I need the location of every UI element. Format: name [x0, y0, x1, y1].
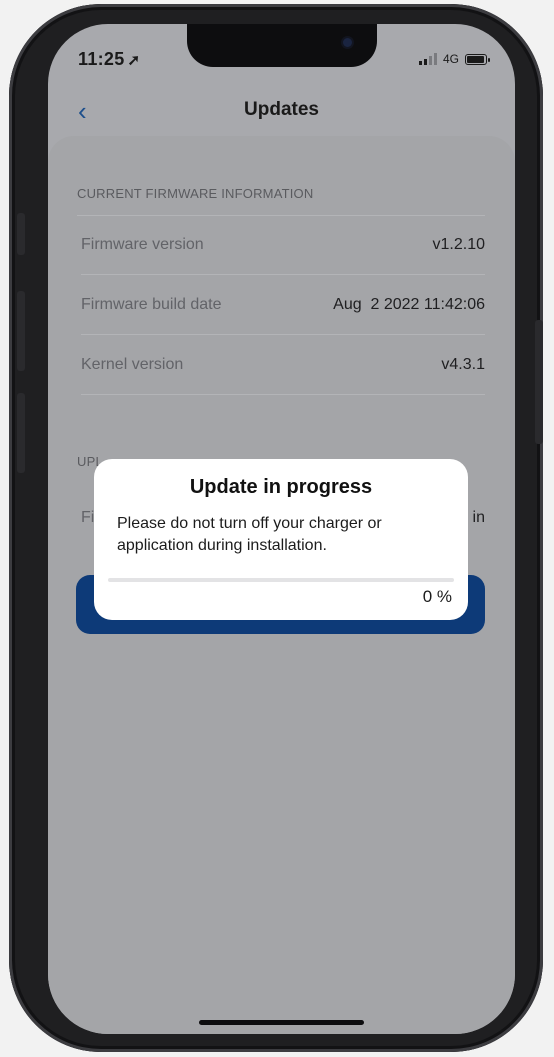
status-time: 11:25 ➚ — [78, 49, 141, 69]
row-kernel-version: Kernel version v4.3.1 — [81, 336, 485, 395]
progress-label: 0 % — [422, 587, 452, 606]
row-label: Firmware version — [81, 236, 204, 253]
volume-down-button — [17, 393, 25, 473]
home-indicator[interactable] — [199, 1020, 364, 1025]
section-header-current-firmware: CURRENT FIRMWARE INFORMATION — [77, 186, 314, 201]
row-label: Kernel version — [81, 356, 184, 373]
location-arrow-icon: ➚ — [127, 52, 141, 69]
power-button — [535, 320, 543, 444]
dialog-message: Please do not turn off your charger or a… — [117, 515, 382, 554]
row-value: in — [472, 509, 485, 526]
row-value: Aug 2 2022 11:42:06 — [333, 296, 485, 313]
camera-icon — [343, 38, 352, 47]
row-firmware-version: Firmware version v1.2.10 — [81, 216, 485, 275]
update-progress-dialog: Update in progress Please do not turn of… — [94, 459, 468, 620]
signal-icon — [418, 53, 437, 65]
notch — [187, 24, 377, 67]
row-firmware-build-date: Firmware build date Aug 2 2022 11:42:06 — [81, 276, 485, 335]
silent-switch — [17, 213, 25, 255]
volume-up-button — [17, 291, 25, 371]
row-value: v4.3.1 — [441, 356, 485, 373]
page-title: Updates — [244, 99, 319, 120]
dialog-title: Update in progress — [189, 476, 373, 498]
nav-bar: ‹ Updates — [48, 96, 515, 126]
row-label: Firmware build date — [81, 296, 222, 313]
row-label: Fi — [81, 509, 95, 526]
network-type: 4G — [442, 52, 459, 66]
row-value: v1.2.10 — [432, 236, 485, 253]
battery-icon — [465, 53, 490, 65]
screen: 11:25 ➚ 4G ‹ Updates CURRENT FIRMWARE INF… — [48, 24, 515, 1034]
progress-bar — [108, 578, 454, 582]
status-indicators: 4G — [418, 52, 490, 66]
